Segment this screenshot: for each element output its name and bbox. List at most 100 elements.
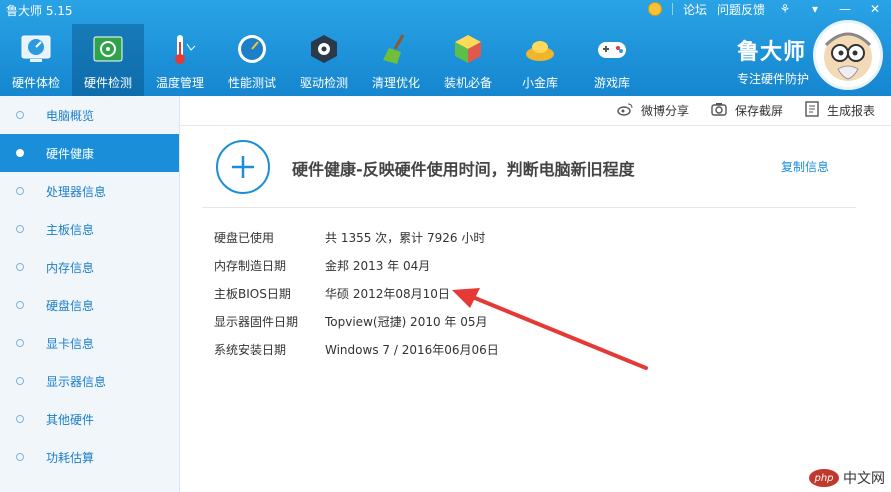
sidebar-item-label: 显卡信息 [46, 336, 95, 351]
action-bar: 微博分享 保存截屏 生成报表 [617, 96, 875, 124]
bullet-icon [16, 225, 24, 233]
sidebar-item-label: 功耗估算 [46, 450, 95, 465]
main-toolbar: 硬件体检 硬件检测 温度管理 性能测试 驱动检测 清理优化 装机必备 小金库 游… [0, 24, 648, 96]
weibo-share-label: 微博分享 [640, 103, 689, 118]
info-key: 显示器固件日期 [214, 314, 299, 329]
info-value: 金邦 2013 年 04月 [325, 258, 431, 273]
tool-label: 温度管理 [155, 76, 204, 90]
tool-performance[interactable]: 性能测试 [216, 24, 288, 96]
tool-temperature[interactable]: 温度管理 [144, 24, 216, 96]
broom-icon [379, 32, 413, 66]
bullet-icon [16, 111, 24, 119]
brand-name: 鲁大师 [736, 40, 806, 65]
bullet-icon [16, 377, 24, 385]
bullet-icon [16, 453, 24, 461]
save-screenshot-label: 保存截屏 [734, 103, 783, 118]
info-key: 主板BIOS日期 [214, 286, 291, 301]
info-key: 内存制造日期 [214, 258, 287, 273]
bullet-icon [16, 415, 24, 423]
tool-cleanup[interactable]: 清理优化 [360, 24, 432, 96]
forum-link[interactable]: 论坛 [683, 1, 707, 18]
tool-label: 游戏库 [593, 76, 630, 90]
bullet-icon [16, 339, 24, 347]
tool-games[interactable]: 游戏库 [576, 24, 648, 96]
minimize-icon[interactable]: — [835, 0, 855, 18]
sidebar-item-monitor[interactable]: 显示器信息 [0, 362, 179, 400]
weibo-share-button[interactable]: 微博分享 [617, 102, 689, 119]
info-value: 华硕 2012年08月10日 [325, 286, 450, 301]
bullet-icon [16, 149, 24, 157]
gamepad-icon [595, 32, 629, 66]
bullet-icon [16, 187, 24, 195]
sidebar-item-label: 其他硬件 [46, 412, 95, 427]
info-value: 共 1355 次，累计 7926 小时 [325, 230, 486, 245]
skin-icon[interactable]: ⚘ [775, 0, 795, 18]
gauge-icon [235, 32, 269, 66]
thermometer-icon [163, 32, 197, 66]
plus-icon [216, 140, 270, 194]
tool-label: 硬件体检 [11, 76, 60, 90]
bullet-icon [16, 263, 24, 271]
menu-icon[interactable]: ▾ [805, 0, 825, 18]
divider [180, 125, 891, 126]
app-title: 鲁大师 5.15 [6, 4, 73, 18]
sidebar-item-memory[interactable]: 内存信息 [0, 248, 179, 286]
weibo-icon [617, 102, 633, 119]
php-logo: php [809, 469, 839, 487]
info-key: 系统安装日期 [214, 342, 287, 357]
tool-label: 性能测试 [227, 76, 276, 90]
tool-vault[interactable]: 小金库 [504, 24, 576, 96]
speedometer-icon [19, 32, 53, 66]
tool-hardware-detect[interactable]: 硬件检测 [72, 24, 144, 96]
watermark: php 中文网 [809, 468, 885, 488]
feedback-link[interactable]: 问题反馈 [717, 1, 765, 18]
window-controls: 论坛 问题反馈 ⚘ ▾ — ✕ [647, 0, 885, 18]
tool-label: 驱动检测 [299, 76, 348, 90]
sidebar-item-label: 电脑概览 [46, 108, 95, 123]
brand-slogan: 专注硬件防护 [736, 72, 809, 86]
close-icon[interactable]: ✕ [865, 0, 885, 18]
page-title: 硬件健康-反映硬件使用时间，判断电脑新旧程度 [292, 160, 635, 179]
brand-block: 鲁大师 专注硬件防护 [737, 34, 809, 87]
coin-icon[interactable] [647, 2, 662, 16]
gold-ingot-icon [523, 32, 557, 66]
camera-icon [711, 102, 727, 119]
generate-report-button[interactable]: 生成报表 [805, 100, 875, 120]
watermark-text: 中文网 [843, 471, 885, 487]
tool-label: 清理优化 [371, 76, 420, 90]
sidebar-item-other[interactable]: 其他硬件 [0, 400, 179, 438]
sidebar-item-power[interactable]: 功耗估算 [0, 438, 179, 476]
sidebar-item-gpu[interactable]: 显卡信息 [0, 324, 179, 362]
circuit-board-icon [91, 32, 125, 66]
sidebar: 电脑概览 硬件健康 处理器信息 主板信息 内存信息 硬盘信息 显卡信息 显示器信… [0, 96, 180, 492]
copy-info-link[interactable]: 复制信息 [781, 158, 829, 175]
save-screenshot-button[interactable]: 保存截屏 [711, 102, 783, 119]
gear-box-icon [307, 32, 341, 66]
tool-driver[interactable]: 驱动检测 [288, 24, 360, 96]
tool-essentials[interactable]: 装机必备 [432, 24, 504, 96]
tool-hardware-checkup[interactable]: 硬件体检 [0, 24, 72, 96]
sidebar-item-label: 处理器信息 [46, 184, 107, 199]
tool-label: 硬件检测 [83, 76, 132, 90]
sidebar-item-label: 内存信息 [46, 260, 95, 275]
sidebar-item-overview[interactable]: 电脑概览 [0, 96, 179, 134]
mascot-avatar [813, 20, 883, 90]
tool-label: 装机必备 [443, 76, 492, 90]
annotation-arrow-icon [452, 288, 648, 370]
sidebar-item-label: 显示器信息 [46, 374, 107, 389]
info-key: 硬盘已使用 [214, 230, 275, 245]
tool-label: 小金库 [521, 76, 558, 90]
report-icon [805, 100, 819, 120]
sidebar-item-cpu[interactable]: 处理器信息 [0, 172, 179, 210]
divider [202, 207, 856, 208]
cube-box-icon [451, 32, 485, 66]
sidebar-item-label: 硬件健康 [46, 146, 95, 161]
divider [671, 3, 673, 15]
sidebar-item-disk[interactable]: 硬盘信息 [0, 286, 179, 324]
top-bar: 鲁大师 5.15 论坛 问题反馈 ⚘ ▾ — ✕ 硬件体检 硬件检测 温度管理 [0, 0, 891, 96]
sidebar-item-hardware-health[interactable]: 硬件健康 [0, 134, 179, 172]
generate-report-label: 生成报表 [826, 103, 875, 118]
info-row: 内存制造日期 金邦 2013 年 04月 [214, 251, 734, 279]
info-row: 硬盘已使用 共 1355 次，累计 7926 小时 [214, 223, 734, 251]
sidebar-item-motherboard[interactable]: 主板信息 [0, 210, 179, 248]
